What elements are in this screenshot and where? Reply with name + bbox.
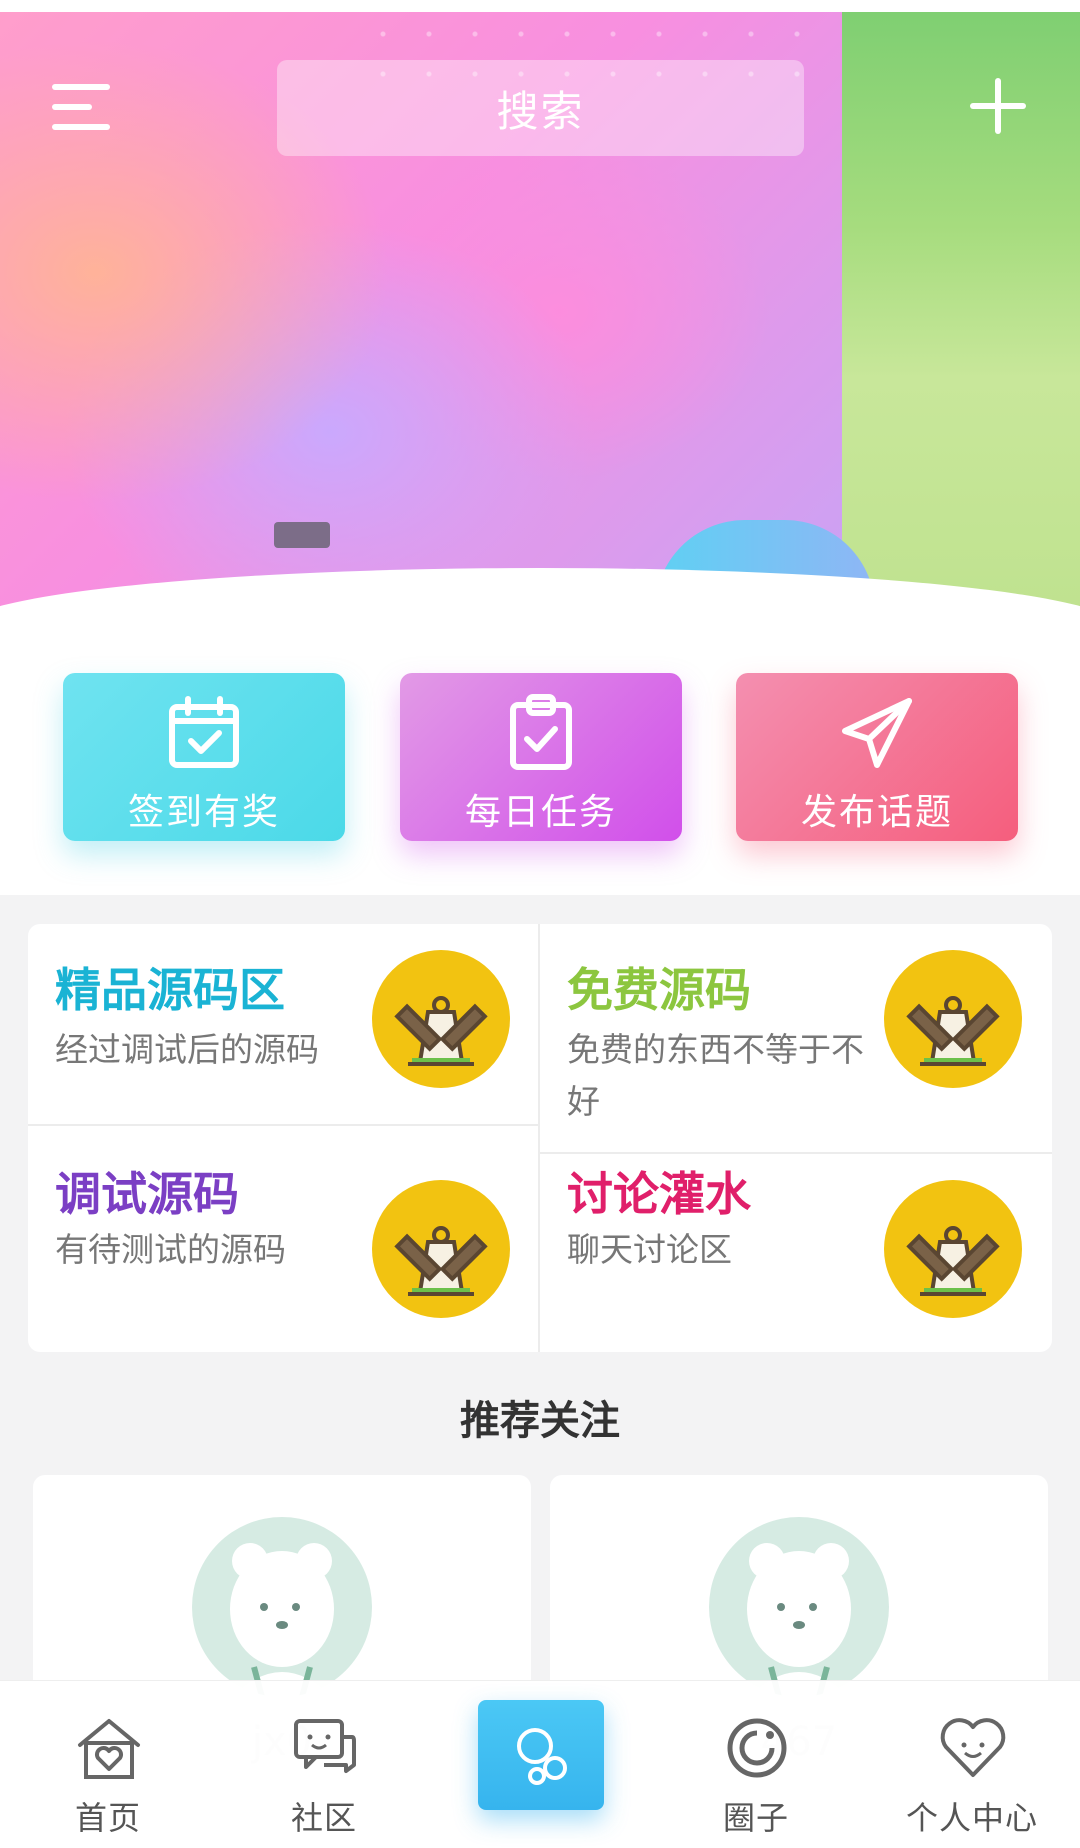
clipboard-check-icon <box>510 694 572 770</box>
hero-banner: 搜索 <box>0 0 1080 620</box>
avatar[interactable] <box>192 1517 372 1697</box>
search-input[interactable]: 搜索 <box>277 60 804 156</box>
category-premium-source[interactable]: 精品源码区 经过调试后的源码 <box>28 924 540 1126</box>
quick-action-label: 签到有奖 <box>127 792 280 833</box>
windmill-icon <box>884 950 1022 1088</box>
windmill-icon <box>884 1180 1022 1318</box>
avatar[interactable] <box>709 1517 889 1697</box>
heart-smile-icon <box>940 1718 1006 1777</box>
category-grid: 精品源码区 经过调试后的源码 免费源码 免费的东西不等于不好 调试源码 有待测试… <box>28 924 1052 1352</box>
category-subtitle: 聊天讨论区 <box>567 1230 732 1269</box>
chat-bubbles-icon <box>294 1719 356 1773</box>
category-title: 免费源码 <box>567 963 751 1017</box>
tab-label: 圈子 <box>722 1799 789 1837</box>
daily-task-button[interactable]: 每日任务 <box>400 673 682 841</box>
banner-slide-next[interactable] <box>842 12 1080 620</box>
recommend-title: 推荐关注 <box>460 1398 620 1444</box>
calendar-check-icon <box>169 696 239 768</box>
category-title: 调试源码 <box>55 1167 239 1221</box>
category-subtitle: 经过调试后的源码 <box>55 1030 319 1069</box>
category-title: 精品源码区 <box>55 963 285 1017</box>
quick-actions: 签到有奖 每日任务 发布话题 <box>0 620 1080 895</box>
bear-avatar-icon <box>230 1543 334 1697</box>
category-debug-source[interactable]: 调试源码 有待测试的源码 <box>28 1126 540 1352</box>
tab-label: 个人中心 <box>905 1799 1038 1837</box>
center-action-button[interactable] <box>478 1700 604 1810</box>
checkin-reward-button[interactable]: 签到有奖 <box>63 673 345 841</box>
plus-icon[interactable] <box>968 76 1028 136</box>
tab-profile[interactable]: 个人中心 <box>864 1681 1080 1848</box>
category-subtitle: 有待测试的源码 <box>55 1230 286 1269</box>
category-discussion[interactable]: 讨论灌水 聊天讨论区 <box>540 1154 1052 1352</box>
circle-icon <box>727 1718 787 1778</box>
category-title: 讨论灌水 <box>567 1167 751 1221</box>
menu-icon[interactable] <box>52 84 110 130</box>
bear-avatar-icon <box>747 1543 851 1697</box>
category-subtitle: 免费的东西不等于不好 <box>567 1030 864 1121</box>
banner-indicator[interactable] <box>274 522 330 548</box>
tab-label: 首页 <box>74 1799 141 1837</box>
tab-community[interactable]: 社区 <box>216 1681 432 1848</box>
windmill-icon <box>372 950 510 1088</box>
category-free-source[interactable]: 免费源码 免费的东西不等于不好 <box>540 924 1052 1154</box>
quick-action-label: 每日任务 <box>464 792 617 833</box>
tab-label: 社区 <box>290 1799 357 1837</box>
tab-circle[interactable]: 圈子 <box>648 1681 864 1848</box>
tab-home[interactable]: 首页 <box>0 1681 216 1848</box>
windmill-icon <box>372 1180 510 1318</box>
post-topic-button[interactable]: 发布话题 <box>736 673 1018 841</box>
bubbles-icon <box>517 1728 567 1785</box>
paper-plane-icon <box>842 698 912 768</box>
quick-action-label: 发布话题 <box>800 792 953 833</box>
home-heart-icon <box>78 1719 140 1779</box>
